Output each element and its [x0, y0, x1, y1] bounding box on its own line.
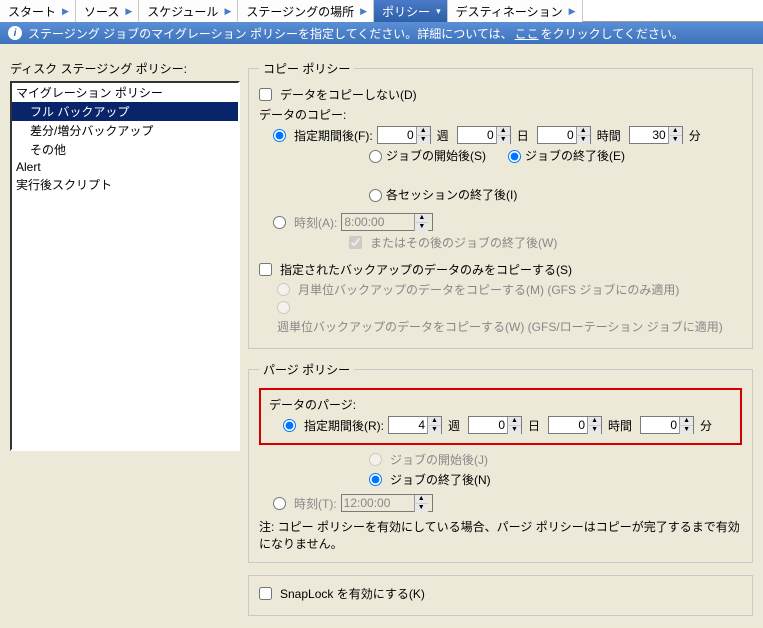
- purge-highlight-box: データのパージ: 指定期間後(R): ▲▼ 週 ▲▼ 日 ▲▼ 時間 ▲▼ 分: [259, 388, 742, 445]
- tab-staging[interactable]: ステージングの場所▶: [238, 0, 374, 22]
- spin-down-icon[interactable]: ▼: [587, 426, 601, 434]
- spin-up-icon[interactable]: ▲: [587, 417, 601, 426]
- list-item[interactable]: その他: [12, 140, 238, 159]
- spin-up-icon[interactable]: ▲: [507, 417, 521, 426]
- chevron-right-icon: ▶: [360, 6, 367, 17]
- copy-policy-legend: コピー ポリシー: [259, 60, 354, 77]
- spin-up-icon[interactable]: ▲: [576, 127, 590, 136]
- spin-down-icon[interactable]: ▼: [427, 426, 441, 434]
- no-copy-checkbox[interactable]: [259, 88, 272, 101]
- monthly-label: 月単位バックアップのデータをコピーする(M) (GFS ジョブにのみ適用): [298, 281, 679, 298]
- purge-policy-group: パージ ポリシー データのパージ: 指定期間後(R): ▲▼ 週 ▲▼ 日 ▲▼…: [248, 361, 753, 563]
- banner-text-post: をクリックしてください。: [541, 25, 684, 42]
- chevron-right-icon: ▶: [125, 6, 132, 17]
- spin-up-icon: ▲: [414, 214, 428, 223]
- only-backed-checkbox[interactable]: [259, 263, 272, 276]
- purge-after-end-label: ジョブの終了後(N): [390, 471, 491, 488]
- purge-after-end-radio[interactable]: [369, 473, 382, 486]
- list-item[interactable]: マイグレーション ポリシー: [12, 83, 238, 102]
- spin-down-icon[interactable]: ▼: [496, 136, 510, 144]
- purge-after-start-label: ジョブの開始後(J): [390, 451, 488, 468]
- spin-down-icon[interactable]: ▼: [668, 136, 682, 144]
- list-item[interactable]: 実行後スクリプト: [12, 175, 238, 194]
- copy-after-end-radio[interactable]: [508, 150, 521, 163]
- left-panel-label: ディスク ステージング ポリシー:: [10, 60, 240, 77]
- spin-up-icon[interactable]: ▲: [427, 417, 441, 426]
- snaplock-checkbox[interactable]: [259, 587, 272, 600]
- copy-after-period-radio[interactable]: [273, 129, 286, 142]
- tab-source[interactable]: ソース▶: [76, 0, 139, 22]
- copy-days-spinner[interactable]: ▲▼: [457, 126, 511, 144]
- purge-after-start-radio: [369, 453, 382, 466]
- copy-data-label: データのコピー:: [259, 106, 742, 123]
- spin-down-icon[interactable]: ▼: [416, 136, 430, 144]
- copy-time-spinner: ▲▼: [341, 213, 433, 231]
- purge-mins-spinner[interactable]: ▲▼: [640, 416, 694, 434]
- copy-policy-group: コピー ポリシー データをコピーしない(D) データのコピー: 指定期間後(F)…: [248, 60, 753, 349]
- chevron-right-icon: ▶: [224, 6, 231, 17]
- copy-after-period-label: 指定期間後(F):: [294, 127, 373, 144]
- copy-weeks-spinner[interactable]: ▲▼: [377, 126, 431, 144]
- banner-text-pre: ステージング ジョブのマイグレーション ポリシーを指定してください。詳細について…: [28, 25, 513, 42]
- spin-up-icon[interactable]: ▲: [416, 127, 430, 136]
- spin-down-icon: ▼: [414, 223, 428, 231]
- copy-hours-spinner[interactable]: ▲▼: [537, 126, 591, 144]
- spin-up-icon[interactable]: ▲: [679, 417, 693, 426]
- spin-down-icon: ▼: [414, 504, 428, 512]
- or-after-job-checkbox: [349, 236, 362, 249]
- list-item[interactable]: Alert: [12, 159, 238, 175]
- snaplock-group: SnapLock を有効にする(K): [248, 575, 753, 616]
- purge-days-spinner[interactable]: ▲▼: [468, 416, 522, 434]
- spin-up-icon[interactable]: ▲: [668, 127, 682, 136]
- tab-destination[interactable]: デスティネーション▶: [448, 0, 583, 22]
- spin-down-icon[interactable]: ▼: [679, 426, 693, 434]
- snaplock-label: SnapLock を有効にする(K): [280, 585, 425, 602]
- copy-at-time-radio[interactable]: [273, 216, 286, 229]
- chevron-down-icon: ▾: [436, 6, 441, 17]
- chevron-right-icon: ▶: [569, 6, 576, 17]
- info-banner: i ステージング ジョブのマイグレーション ポリシーを指定してください。詳細につ…: [0, 22, 763, 44]
- weekly-radio: [277, 301, 290, 314]
- spin-down-icon[interactable]: ▼: [507, 426, 521, 434]
- tab-policy[interactable]: ポリシー▾: [374, 0, 448, 22]
- spin-down-icon[interactable]: ▼: [576, 136, 590, 144]
- purge-at-time-radio[interactable]: [273, 497, 286, 510]
- purge-after-period-label: 指定期間後(R):: [304, 417, 384, 434]
- info-icon: i: [8, 26, 22, 40]
- tab-schedule[interactable]: スケジュール▶: [139, 0, 238, 22]
- purge-time-spinner: ▲▼: [341, 494, 433, 512]
- spin-up-icon[interactable]: ▲: [496, 127, 510, 136]
- list-item[interactable]: フル バックアップ: [12, 102, 238, 121]
- banner-link[interactable]: ここ: [513, 25, 541, 42]
- purge-weeks-spinner[interactable]: ▲▼: [388, 416, 442, 434]
- tab-start[interactable]: スタート▶: [0, 0, 76, 22]
- copy-after-start-radio[interactable]: [369, 150, 382, 163]
- purge-after-period-radio[interactable]: [283, 419, 296, 432]
- purge-note: 注: コピー ポリシーを有効にしている場合、パージ ポリシーはコピーが完了するま…: [259, 518, 742, 552]
- chevron-right-icon: ▶: [62, 6, 69, 17]
- policy-list[interactable]: マイグレーション ポリシー フル バックアップ 差分/増分バックアップ その他 …: [10, 81, 240, 451]
- monthly-radio: [277, 283, 290, 296]
- purge-data-label: データのパージ:: [269, 396, 732, 413]
- purge-hours-spinner[interactable]: ▲▼: [548, 416, 602, 434]
- spin-up-icon: ▲: [414, 495, 428, 504]
- copy-at-time-label: 時刻(A):: [294, 214, 337, 231]
- only-backed-label: 指定されたバックアップのデータのみをコピーする(S): [280, 261, 572, 278]
- no-copy-label: データをコピーしない(D): [280, 86, 417, 103]
- or-after-job-label: またはその後のジョブの終了後(W): [370, 234, 557, 251]
- copy-after-session-radio[interactable]: [369, 189, 382, 202]
- purge-policy-legend: パージ ポリシー: [259, 361, 354, 378]
- wizard-tabs: スタート▶ ソース▶ スケジュール▶ ステージングの場所▶ ポリシー▾ デスティ…: [0, 0, 763, 22]
- purge-at-time-label: 時刻(T):: [294, 495, 337, 512]
- copy-mins-spinner[interactable]: ▲▼: [629, 126, 683, 144]
- weekly-label: 週単位バックアップのデータをコピーする(W) (GFS/ローテーション ジョブに…: [277, 318, 723, 335]
- list-item[interactable]: 差分/増分バックアップ: [12, 121, 238, 140]
